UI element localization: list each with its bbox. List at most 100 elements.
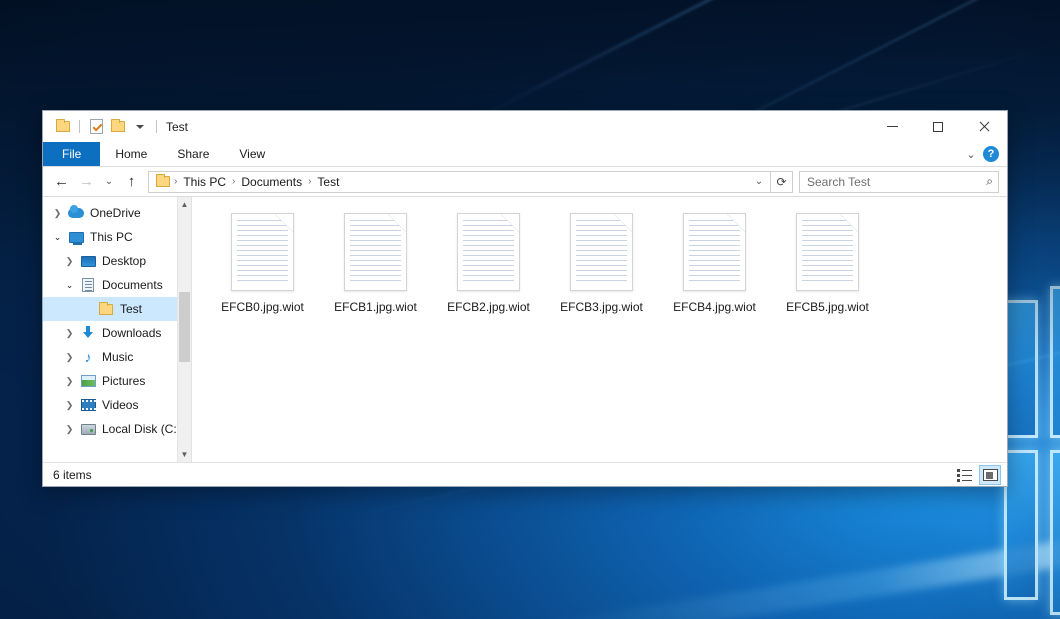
maximize-button[interactable]: [915, 111, 961, 142]
desktop-icon: [78, 253, 98, 269]
breadcrumb-separator: ›: [306, 176, 313, 187]
sidebar-item-label: Test: [120, 301, 142, 317]
sidebar-item-music[interactable]: ❯ ♪ Music: [43, 345, 191, 369]
tab-file[interactable]: File: [43, 142, 100, 166]
chevron-right-icon[interactable]: ❯: [61, 321, 78, 345]
this-pc-icon: [66, 229, 86, 245]
sidebar-item-pictures[interactable]: ❯ Pictures: [43, 369, 191, 393]
file-item[interactable]: EFCB4.jpg.wiot: [658, 209, 771, 329]
generic-document-icon: [681, 211, 748, 293]
breadcrumb[interactable]: › This PC › Documents › Test ⌄: [148, 171, 771, 193]
generic-document-icon: [568, 211, 635, 293]
file-name: EFCB4.jpg.wiot: [670, 299, 759, 316]
file-name: EFCB3.jpg.wiot: [557, 299, 646, 316]
up-button[interactable]: ↑: [119, 170, 144, 194]
file-item[interactable]: EFCB1.jpg.wiot: [319, 209, 432, 329]
sidebar-item-videos[interactable]: ❯ Videos: [43, 393, 191, 417]
chevron-down-icon[interactable]: ⌄: [49, 225, 66, 249]
search-box[interactable]: ⌕: [799, 171, 999, 193]
navigation-scrollbar[interactable]: ▲ ▼: [177, 197, 191, 462]
recent-locations-button[interactable]: ⌄: [99, 170, 119, 194]
new-folder-icon[interactable]: [107, 116, 129, 138]
sidebar-item-test[interactable]: ❯ Test: [43, 297, 191, 321]
tab-home[interactable]: Home: [100, 142, 162, 166]
sidebar-item-label: This PC: [90, 229, 133, 245]
window-body: ❯ OneDrive ⌄ This PC ❯ Desktop: [43, 197, 1007, 462]
refresh-button[interactable]: ⟳: [771, 171, 793, 193]
file-name: EFCB1.jpg.wiot: [331, 299, 420, 316]
sidebar-item-label: Videos: [102, 397, 138, 413]
chevron-down-icon[interactable]: ⌄: [961, 144, 981, 164]
properties-icon[interactable]: [85, 116, 107, 138]
breadcrumb-separator: ›: [230, 176, 237, 187]
file-list-pane[interactable]: EFCB0.jpg.wiot EFCB1.jpg.wiot EFCB2.jpg.…: [192, 197, 1007, 462]
sidebar-item-label: Local Disk (C:): [102, 421, 181, 437]
minimize-button[interactable]: [869, 111, 915, 142]
sidebar-item-desktop[interactable]: ❯ Desktop: [43, 249, 191, 273]
file-grid: EFCB0.jpg.wiot EFCB1.jpg.wiot EFCB2.jpg.…: [206, 209, 997, 329]
chevron-right-icon[interactable]: ❯: [61, 393, 78, 417]
sidebar-item-local-disk[interactable]: ❯ Local Disk (C:): [43, 417, 191, 441]
large-icons-view-button[interactable]: [979, 465, 1001, 485]
address-bar: ← → ⌄ ↑ › This PC › Documents › Test ⌄ ⟳…: [43, 167, 1007, 197]
file-item[interactable]: EFCB0.jpg.wiot: [206, 209, 319, 329]
chevron-down-icon[interactable]: ⌄: [750, 172, 768, 192]
toolbar-separator: [156, 120, 157, 133]
navigation-tree: ❯ OneDrive ⌄ This PC ❯ Desktop: [43, 197, 191, 462]
desktop: Test File Home Share View ⌄ ? ← → ⌄ ↑: [0, 0, 1060, 619]
breadcrumb-item-test[interactable]: Test: [313, 172, 343, 192]
search-input[interactable]: [807, 175, 986, 189]
scroll-down-icon[interactable]: ▼: [178, 447, 191, 462]
scrollbar-track[interactable]: [178, 212, 191, 447]
chevron-down-icon[interactable]: ⌄: [61, 273, 78, 297]
chevron-right-icon[interactable]: ❯: [61, 417, 78, 441]
toolbar-separator: [79, 120, 80, 133]
folder-icon: [96, 301, 116, 317]
title-bar: Test: [43, 111, 1007, 142]
sidebar-item-onedrive[interactable]: ❯ OneDrive: [43, 201, 191, 225]
breadcrumb-folder-icon: [154, 176, 170, 187]
scroll-up-icon[interactable]: ▲: [178, 197, 191, 212]
file-item[interactable]: EFCB5.jpg.wiot: [771, 209, 884, 329]
generic-document-icon: [229, 211, 296, 293]
sidebar-item-this-pc[interactable]: ⌄ This PC: [43, 225, 191, 249]
item-count-label: 6 items: [53, 468, 92, 482]
tab-view[interactable]: View: [224, 142, 280, 166]
sidebar-item-label: OneDrive: [90, 205, 141, 221]
onedrive-icon: [66, 205, 86, 221]
sidebar-item-label: Documents: [102, 277, 163, 293]
sidebar-item-documents[interactable]: ⌄ Documents: [43, 273, 191, 297]
search-icon[interactable]: ⌕: [986, 174, 993, 189]
chevron-right-icon[interactable]: ❯: [61, 249, 78, 273]
details-view-button[interactable]: [953, 465, 975, 485]
navigation-pane: ❯ OneDrive ⌄ This PC ❯ Desktop: [43, 197, 192, 462]
forward-button[interactable]: →: [74, 170, 99, 194]
chevron-right-icon[interactable]: ❯: [61, 369, 78, 393]
help-icon[interactable]: ?: [983, 146, 999, 162]
generic-document-icon: [455, 211, 522, 293]
back-button[interactable]: ←: [49, 170, 74, 194]
folder-icon[interactable]: [52, 116, 74, 138]
documents-icon: [78, 277, 98, 293]
tab-share[interactable]: Share: [162, 142, 224, 166]
chevron-right-icon[interactable]: ❯: [61, 345, 78, 369]
file-item[interactable]: EFCB2.jpg.wiot: [432, 209, 545, 329]
sidebar-item-label: Downloads: [102, 325, 161, 341]
chevron-right-icon[interactable]: ❯: [49, 201, 66, 225]
file-item[interactable]: EFCB3.jpg.wiot: [545, 209, 658, 329]
breadcrumb-item-documents[interactable]: Documents: [237, 172, 306, 192]
chevron-right-icon: ❯: [79, 297, 96, 321]
music-icon: ♪: [78, 349, 98, 365]
file-name: EFCB2.jpg.wiot: [444, 299, 533, 316]
view-buttons: [953, 465, 1001, 485]
scrollbar-thumb[interactable]: [179, 292, 190, 363]
sidebar-item-label: Desktop: [102, 253, 146, 269]
close-button[interactable]: [961, 111, 1007, 142]
sidebar-item-label: Pictures: [102, 373, 145, 389]
sidebar-item-downloads[interactable]: ❯ Downloads: [43, 321, 191, 345]
breadcrumb-item-this-pc[interactable]: This PC: [179, 172, 230, 192]
chevron-down-icon[interactable]: [129, 116, 151, 138]
window-controls: [869, 111, 1007, 142]
file-name: EFCB5.jpg.wiot: [783, 299, 872, 316]
disk-icon: [78, 421, 98, 437]
